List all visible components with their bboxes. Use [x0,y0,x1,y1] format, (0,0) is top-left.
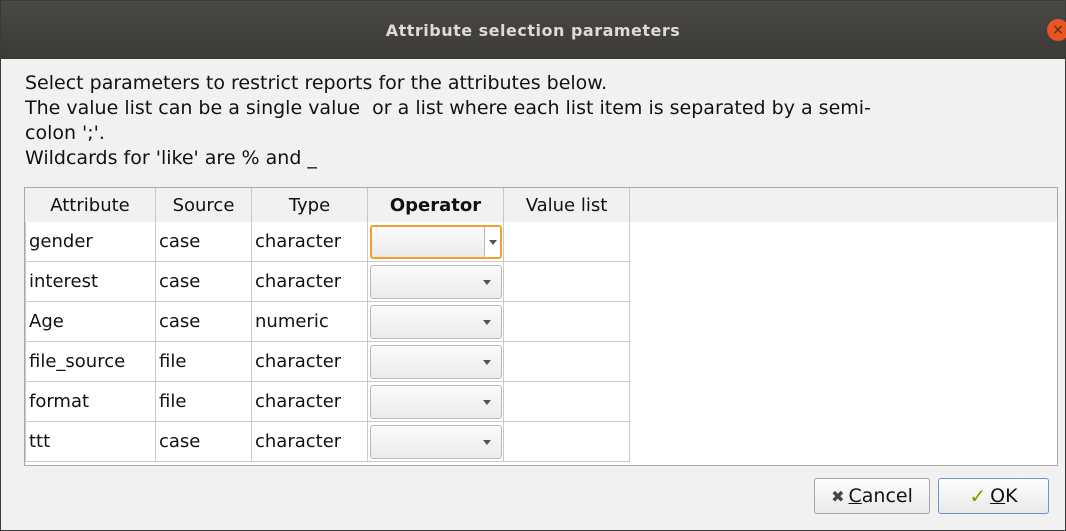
table-row: gender case character [25,222,630,262]
operator-dropdown[interactable] [369,264,502,299]
cell-value-list[interactable] [504,422,630,462]
window-title: Attribute selection parameters [385,20,681,40]
cell-value-list[interactable] [504,382,630,422]
chevron-down-icon[interactable] [482,439,491,445]
cell-type[interactable]: character [252,222,368,262]
cell-source[interactable]: case [156,262,252,302]
cell-value-list[interactable] [504,262,630,302]
cell-source[interactable]: case [156,222,252,262]
operator-dropdown[interactable] [369,424,502,459]
chevron-down-icon[interactable] [483,226,500,257]
cell-type[interactable]: character [252,262,368,302]
cell-attribute[interactable]: ttt [25,422,156,462]
ok-button[interactable]: ✓ OK [938,478,1049,514]
header-operator[interactable]: Operator [368,188,504,222]
instruction-line: colon ';'. [25,122,105,144]
ok-label: OK [990,485,1018,507]
header-value-list[interactable]: Value list [504,188,630,222]
cell-source[interactable]: case [156,302,252,342]
table-row: Age case numeric [25,302,630,342]
cell-type[interactable]: character [252,422,368,462]
instruction-line: Select parameters to restrict reports fo… [25,72,608,94]
cell-value-list[interactable] [504,342,630,382]
header-attribute[interactable]: Attribute [25,188,156,222]
instruction-line: The value list can be a single value or … [25,97,871,119]
cell-operator [368,382,504,422]
cancel-button[interactable]: ✖ Cancel [814,478,930,514]
cell-value-list[interactable] [504,222,630,262]
chevron-down-icon[interactable] [482,359,491,365]
cell-attribute[interactable]: file_source [25,342,156,382]
chevron-down-icon[interactable] [482,399,491,405]
cell-operator [368,302,504,342]
operator-dropdown[interactable] [369,304,502,339]
cell-source[interactable]: file [156,342,252,382]
title-bar[interactable]: Attribute selection parameters × [1,1,1066,59]
cell-attribute[interactable]: gender [25,222,156,262]
table-row: ttt case character [25,422,630,462]
x-icon: ✖ [831,486,845,506]
cell-attribute[interactable]: interest [25,262,156,302]
cell-source[interactable]: file [156,382,252,422]
table-row: interest case character [25,262,630,302]
cell-operator [368,222,504,262]
checkmark-icon: ✓ [969,484,987,508]
instruction-line: Wildcards for 'like' are % and _ [25,147,317,169]
header-type[interactable]: Type [252,188,368,222]
header-source[interactable]: Source [156,188,252,222]
cell-attribute[interactable]: format [25,382,156,422]
cell-value-list[interactable] [504,302,630,342]
cell-source[interactable]: case [156,422,252,462]
cell-type[interactable]: numeric [252,302,368,342]
cell-attribute[interactable]: Age [25,302,156,342]
cell-operator [368,422,504,462]
dialog-window: Attribute selection parameters × Select … [0,0,1066,531]
operator-dropdown[interactable] [369,384,502,419]
instructions-text: Select parameters to restrict reports fo… [25,71,1055,171]
table-body: gender case character interest case char… [25,222,630,462]
table-header: Attribute Source Type Operator Value lis… [25,188,1057,222]
cell-operator [368,262,504,302]
close-icon[interactable]: × [1047,19,1066,41]
table-row: format file character [25,382,630,422]
chevron-down-icon[interactable] [482,279,491,285]
attribute-table[interactable]: Attribute Source Type Operator Value lis… [24,187,1058,466]
cell-type[interactable]: character [252,342,368,382]
operator-dropdown[interactable] [369,224,502,259]
chevron-down-icon[interactable] [482,319,491,325]
cell-operator [368,342,504,382]
cell-type[interactable]: character [252,382,368,422]
operator-dropdown[interactable] [369,344,502,379]
table-row: file_source file character [25,342,630,382]
cancel-label: Cancel [848,485,913,507]
